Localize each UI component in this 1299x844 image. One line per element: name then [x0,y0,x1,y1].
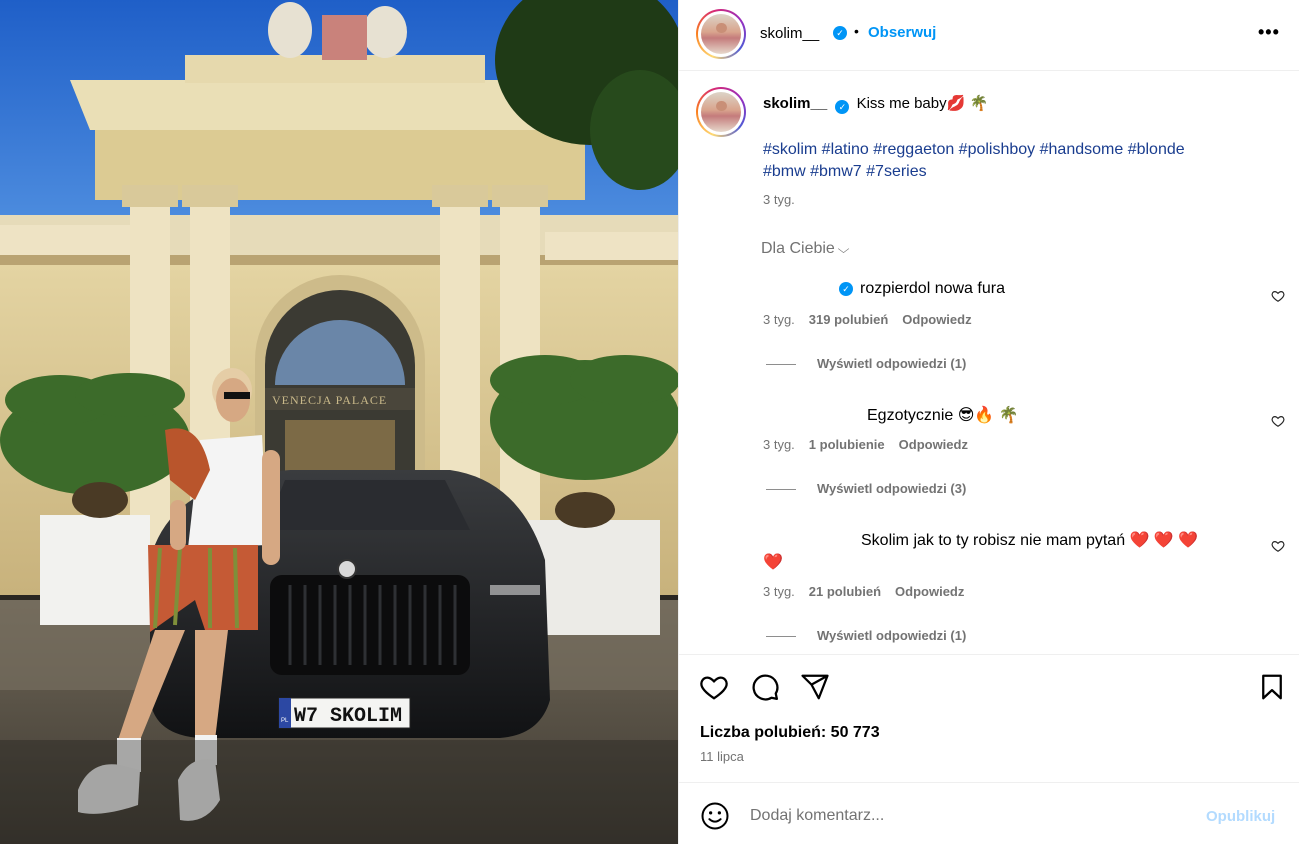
follow-button[interactable]: Obserwuj [868,24,936,41]
likes-count[interactable]: Liczba polubień: 50 773 [700,724,880,742]
caption-hashtags[interactable]: #skolim #latino #reggaeton #polishboy #h… [763,139,1263,183]
plate-country: PL [281,718,289,724]
comment-like-heart-icon[interactable] [1271,414,1285,428]
comment-text-line-2: ❤️ [763,554,783,571]
comment-time[interactable]: 3 tyg. [763,437,795,452]
comment-icon[interactable] [750,672,780,702]
comment-meta: 3 tyg. 319 polubień Odpowiedz [763,312,972,327]
view-replies-button[interactable]: Wyświetl odpowiedzi (3) [765,481,967,496]
comment-meta: 3 tyg. 1 polubienie Odpowiedz [763,437,968,452]
bookmark-icon[interactable] [1257,672,1287,702]
comment-input[interactable]: Dodaj komentarz... [750,807,884,825]
comment-text: Egzotycznie 😎🔥 🌴 [867,407,1019,424]
add-comment-bar: Dodaj komentarz... Opublikuj [679,782,1299,844]
verified-badge-icon: ✓ [839,282,853,296]
comment-meta: 3 tyg. 21 polubień Odpowiedz [763,584,964,599]
comment-likes[interactable]: 21 polubień [809,584,881,599]
comment-time[interactable]: 3 tyg. [763,584,795,599]
caption-time[interactable]: 3 tyg. [763,192,795,207]
comment-text: Skolim jak to ty robisz nie mam pytań ❤️… [861,532,1199,549]
post-image: VENECJA PALACE PL W7 SKOLIM [0,0,678,844]
hashtags-line-2[interactable]: #bmw #bmw7 #7series [763,161,1263,183]
view-replies-button[interactable]: Wyświetl odpowiedzi (1) [765,356,967,371]
reply-button[interactable]: Odpowiedz [899,437,968,452]
post-details-panel: skolim__ ✓ • Obserwuj ••• skolim__ ✓ Kis… [678,0,1299,844]
venue-sign: VENECJA PALACE [272,393,387,407]
license-plate: W7 SKOLIM [294,705,402,728]
chevron-down-icon: ⌵ [837,242,850,256]
view-replies-button[interactable]: Wyświetl odpowiedzi (1) [765,628,967,643]
view-replies-label: Wyświetl odpowiedzi (1) [817,628,967,643]
share-icon[interactable] [800,672,830,702]
comment-text: rozpierdol nowa fura [860,280,1005,297]
view-replies-label: Wyświetl odpowiedzi (1) [817,356,967,371]
author-avatar[interactable] [696,9,746,59]
comment-time[interactable]: 3 tyg. [763,312,795,327]
verified-badge-icon: ✓ [833,26,847,40]
view-replies-label: Wyświetl odpowiedzi (3) [817,481,967,496]
post-photo[interactable]: VENECJA PALACE PL W7 SKOLIM [0,0,678,844]
comment-likes[interactable]: 1 polubienie [809,437,885,452]
caption-text: Kiss me baby💋 🌴 [856,95,989,112]
caption-line: skolim__ ✓ Kiss me baby💋 🌴 [763,94,988,114]
separator-dot: • [854,23,859,39]
publish-button[interactable]: Opublikuj [1206,808,1275,825]
caption-avatar[interactable] [696,87,746,137]
comment-likes[interactable]: 319 polubień [809,312,888,327]
hashtags-line-1[interactable]: #skolim #latino #reggaeton #polishboy #h… [763,139,1263,161]
comment-like-heart-icon[interactable] [1271,289,1285,303]
post-date[interactable]: 11 lipca [700,749,744,764]
comments-filter-label: Dla Ciebie [761,240,835,257]
verified-badge-icon: ✓ [835,100,850,114]
more-options-icon[interactable]: ••• [1258,22,1280,43]
comment-like-heart-icon[interactable] [1271,539,1285,553]
author-username[interactable]: skolim__ [760,25,819,42]
reply-button[interactable]: Odpowiedz [902,312,971,327]
comments-filter-dropdown[interactable]: Dla Ciebie ⌵ [761,240,850,258]
emoji-icon[interactable] [700,801,730,831]
post-header: skolim__ ✓ • Obserwuj ••• [679,0,1299,71]
reply-button[interactable]: Odpowiedz [895,584,964,599]
heart-icon[interactable] [699,672,729,702]
caption-username[interactable]: skolim__ [763,95,827,112]
post-actions [679,654,1299,784]
